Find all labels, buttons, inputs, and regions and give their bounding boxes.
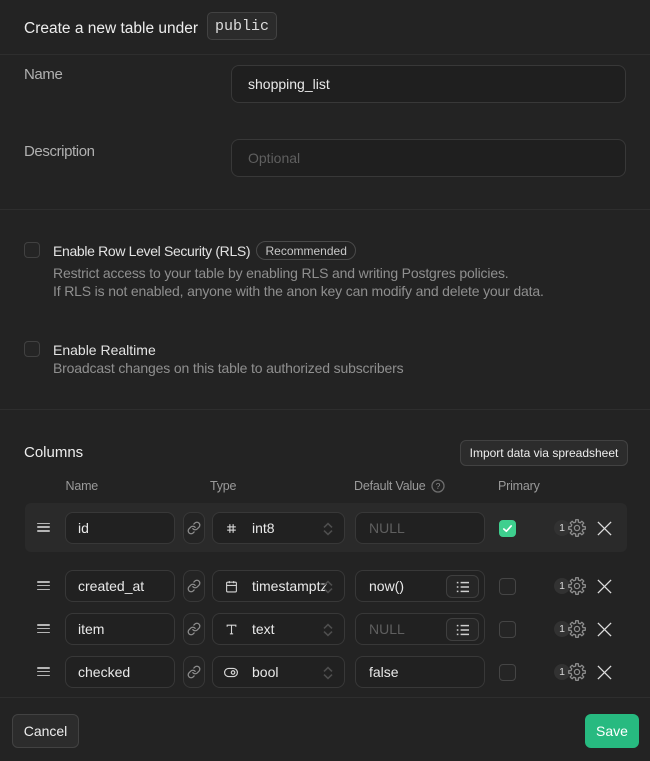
- svg-text:?: ?: [436, 481, 441, 491]
